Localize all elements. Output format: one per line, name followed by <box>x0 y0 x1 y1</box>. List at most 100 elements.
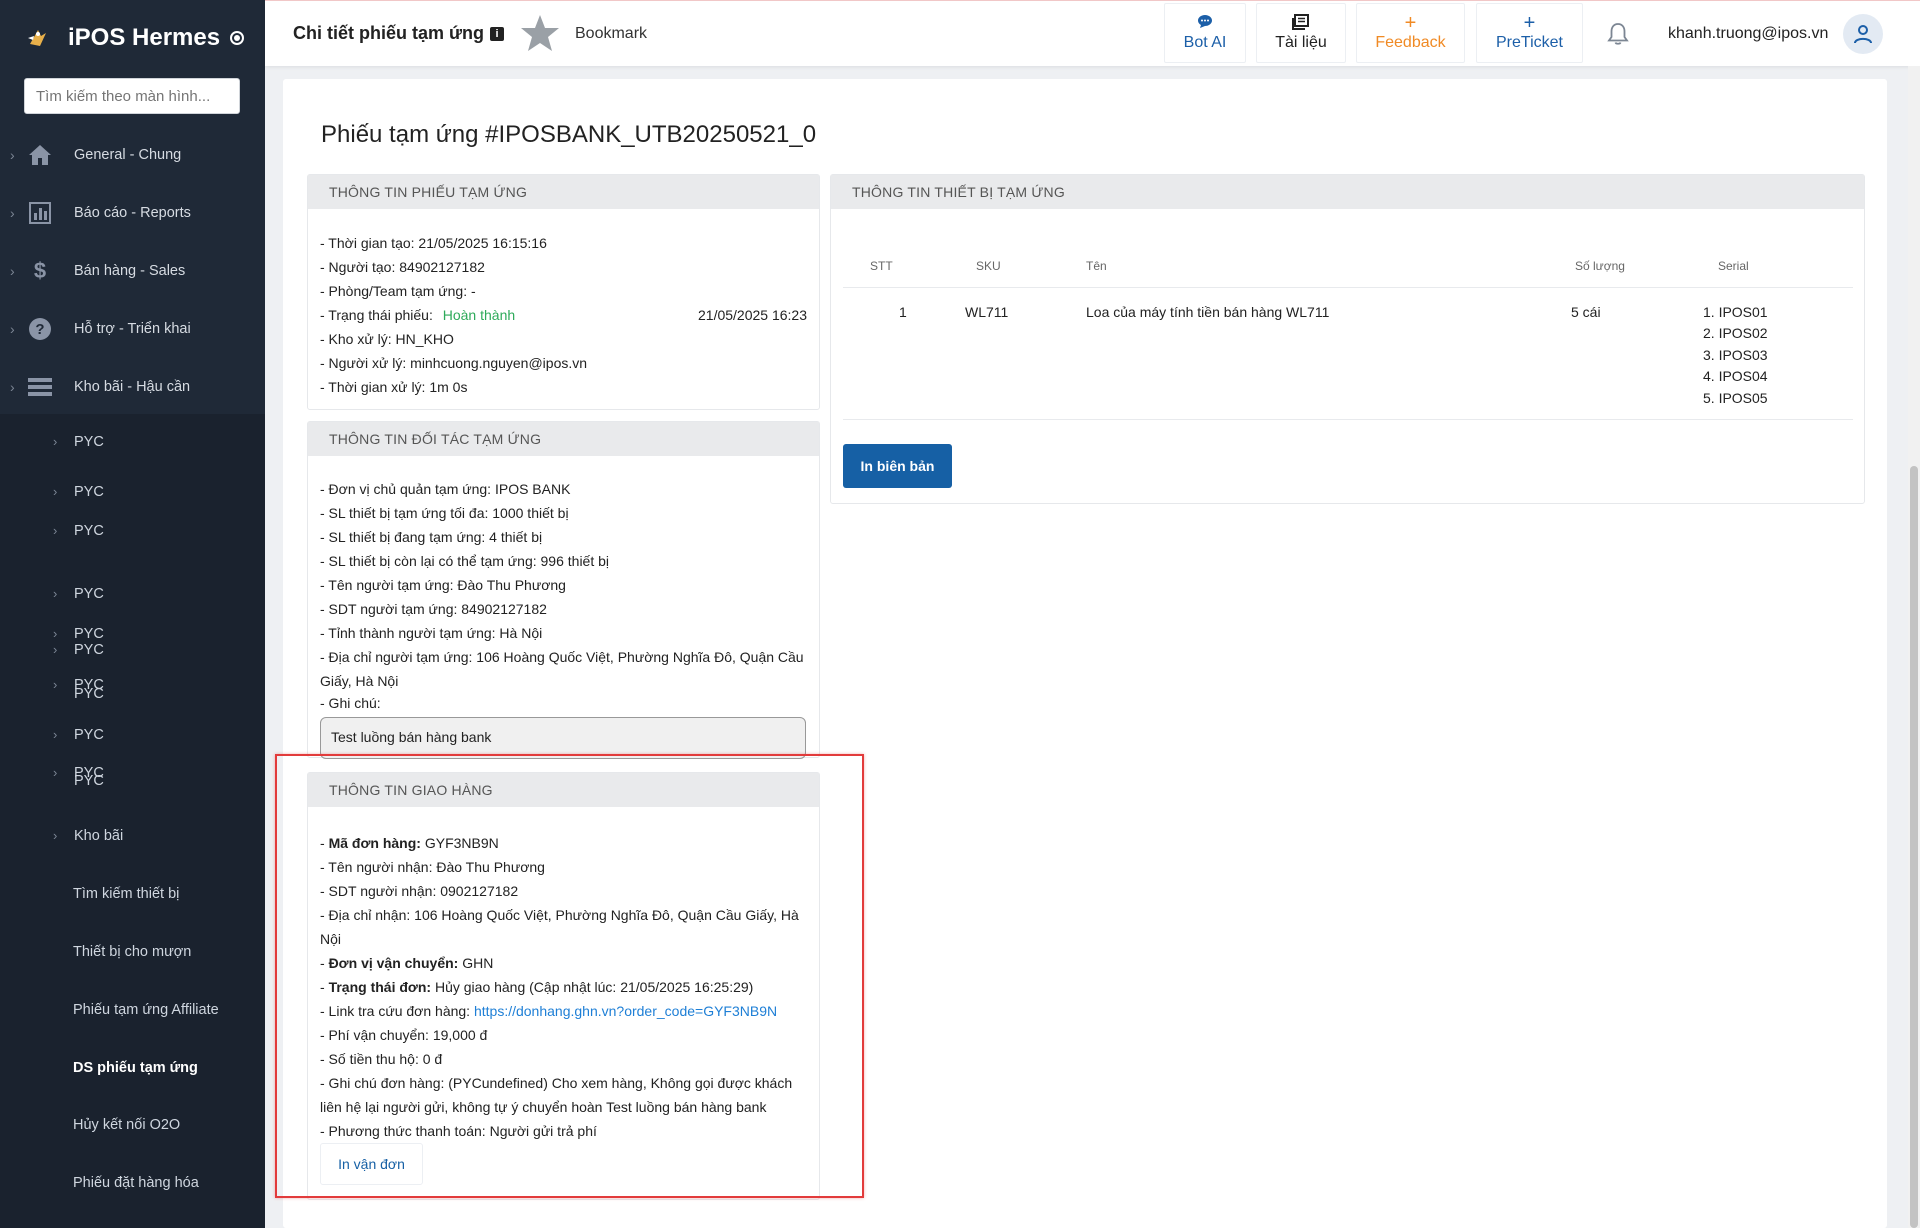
col-serial: Serial <box>1703 245 1853 288</box>
info-icon[interactable]: i <box>490 26 505 41</box>
serial-item: 3. IPOS03 <box>1703 346 1768 363</box>
sidebar-subitem-label: Kho bãi <box>74 828 124 844</box>
chevron-right-icon: › <box>53 677 58 692</box>
bookmark-label[interactable]: Bookmark <box>575 25 647 43</box>
book-icon <box>1292 14 1310 32</box>
chevron-right-icon: › <box>10 147 15 163</box>
print-report-button[interactable]: In biên bản <box>843 444 952 488</box>
col-name: Tên <box>1068 245 1563 288</box>
sidebar-subitem-label: PYC <box>74 686 104 702</box>
team: - Phòng/Team tạm ứng: - <box>320 283 476 299</box>
remaining-devices: - SL thiết bị còn lại có thể tạm ứng: 99… <box>320 553 610 569</box>
partner-info-panel: THÔNG TIN ĐỐI TÁC TẠM ỨNG - Đơn vị chủ q… <box>307 421 820 759</box>
sidebar-item-sales[interactable]: › $ Bán hàng - Sales <box>0 242 265 300</box>
cell-stt: 1 <box>843 287 948 420</box>
bell-icon[interactable] <box>1605 21 1631 47</box>
partner-province: - Tỉnh thành người tạm ứng: Hà Nội <box>320 625 543 641</box>
status-time: 21/05/2025 16:23 <box>698 307 807 323</box>
help-icon: ? <box>27 316 53 342</box>
chart-icon <box>27 200 53 226</box>
col-stt: STT <box>843 245 948 288</box>
brand-title: iPOS Hermes <box>68 24 221 51</box>
serial-item: 4. IPOS04 <box>1703 368 1768 384</box>
process-time: - Thời gian xử lý: 1m 0s <box>320 379 468 395</box>
chat-icon <box>1197 14 1213 32</box>
current-devices: - SL thiết bị đang tạm ứng: 4 thiết bị <box>320 529 543 545</box>
chevron-right-icon: › <box>53 434 58 449</box>
docs-button[interactable]: Tài liệu <box>1256 3 1346 63</box>
cell-sku: WL711 <box>948 287 1068 420</box>
status-label: - Trạng thái phiếu: <box>320 307 433 323</box>
sidebar-item-support[interactable]: › ? Hỗ trợ - Triển khai <box>0 300 265 358</box>
user-icon <box>1854 25 1872 44</box>
sidebar-subitem-label: PYC <box>74 586 104 602</box>
sidebar-subitem-label: Phiếu đặt hàng hóa <box>73 1175 199 1191</box>
feedback-label: Feedback <box>1375 34 1446 51</box>
chevron-right-icon: › <box>53 828 58 843</box>
sidebar-subitem-label: Tìm kiếm thiết bị <box>73 886 180 902</box>
sidebar-subitem-label: PYC <box>74 484 104 500</box>
chevron-right-icon: › <box>53 523 58 538</box>
processor: - Người xử lý: minhcuong.nguyen@ipos.vn <box>320 355 588 371</box>
brand-radio-icon[interactable] <box>230 31 245 45</box>
sidebar-item-reports[interactable]: › Báo cáo - Reports <box>0 184 265 242</box>
equipment-table: STT SKU Tên Số lượng Serial 1 WL711 Loa … <box>843 245 1853 420</box>
plus-icon: + <box>1404 12 1417 34</box>
avatar[interactable] <box>1843 14 1883 54</box>
brand[interactable]: iPOS Hermes <box>22 18 245 58</box>
sidebar-subitem-label: PYC <box>74 626 104 642</box>
cell-qty: 5 cái <box>1563 287 1703 420</box>
equipment-info-panel: THÔNG TIN THIẾT BỊ TẠM ỨNG STT SKU Tên S… <box>830 174 1865 504</box>
created-time: - Thời gian tạo: 21/05/2025 16:15:16 <box>320 235 547 251</box>
chevron-right-icon: › <box>53 642 58 657</box>
chevron-right-icon: › <box>53 484 58 499</box>
panel-heading: THÔNG TIN ĐỐI TÁC TẠM ỨNG <box>308 422 819 456</box>
sidebar-item-label: Hỗ trợ - Triển khai <box>74 321 191 337</box>
preticket-button[interactable]: + PreTicket <box>1476 3 1583 63</box>
serial-item: 1. IPOS01 <box>1703 303 1768 320</box>
status-badge: Hoàn thành <box>442 307 516 323</box>
sidebar-subitem-label: PYC <box>74 434 104 450</box>
sidebar-subitem-label: DS phiếu tạm ứng <box>73 1060 198 1076</box>
panel-heading: THÔNG TIN PHIẾU TẠM ỨNG <box>308 175 819 209</box>
partner-address: - Địa chỉ người tạm ứng: 106 Hoàng Quốc … <box>320 649 804 689</box>
sidebar-subitem-label: PYC <box>74 773 104 789</box>
svg-text:?: ? <box>35 321 44 338</box>
advance-info-panel: THÔNG TIN PHIẾU TẠM ỨNG - Thời gian tạo:… <box>307 174 820 410</box>
plus-icon: + <box>1523 12 1536 34</box>
bookmark-star-icon[interactable] <box>519 13 561 55</box>
partner-unit: - Đơn vị chủ quản tạm ứng: IPOS BANK <box>320 481 571 497</box>
sidebar-item-label: General - Chung <box>74 147 182 163</box>
col-qty: Số lượng <box>1563 245 1703 288</box>
docs-label: Tài liệu <box>1275 34 1327 51</box>
bot-ai-button[interactable]: Bot AI <box>1164 3 1246 63</box>
sidebar-subitem-label: PYC <box>74 727 104 743</box>
sidebar-subitem-label: PYC <box>74 642 104 658</box>
sidebar-item-label: Kho bãi - Hậu cần <box>74 379 191 395</box>
user-email[interactable]: khanh.truong@ipos.vn <box>1668 25 1828 43</box>
sidebar-subitem-label: PYC <box>74 523 104 539</box>
list-icon <box>27 374 53 400</box>
hermes-logo-icon <box>22 22 54 54</box>
table-row: 1 WL711 Loa của máy tính tiền bán hàng W… <box>843 287 1853 420</box>
col-sku: SKU <box>948 245 1068 288</box>
chevron-right-icon: › <box>53 586 58 601</box>
chevron-right-icon: › <box>53 765 58 780</box>
dollar-icon: $ <box>33 258 47 283</box>
sidebar-top-menu: › General - Chung › Báo cáo - Reports › … <box>0 126 265 416</box>
sidebar-search-input[interactable] <box>24 78 240 114</box>
page-scrollbar[interactable] <box>1908 66 1920 1228</box>
bot-ai-label: Bot AI <box>1183 34 1227 51</box>
serial-item: 5. IPOS05 <box>1703 389 1768 406</box>
sidebar-item-general[interactable]: › General - Chung <box>0 126 265 184</box>
chevron-right-icon: › <box>10 205 15 221</box>
feedback-button[interactable]: + Feedback <box>1356 3 1465 63</box>
page-title-text: Chi tiết phiếu tạm ứng <box>293 23 485 43</box>
partner-phone: - SDT người tạm ứng: 84902127182 <box>320 601 547 617</box>
scrollbar-thumb[interactable] <box>1910 466 1918 1228</box>
note-textarea[interactable]: Test luồng bán hàng bank <box>320 717 806 759</box>
partner-name: - Tên người tạm ứng: Đào Thu Phương <box>320 577 566 593</box>
home-icon <box>27 142 53 168</box>
sidebar-item-warehouse[interactable]: › Kho bãi - Hậu cần <box>0 358 265 416</box>
max-devices: - SL thiết bị tạm ứng tối đa: 1000 thiết… <box>320 505 569 521</box>
